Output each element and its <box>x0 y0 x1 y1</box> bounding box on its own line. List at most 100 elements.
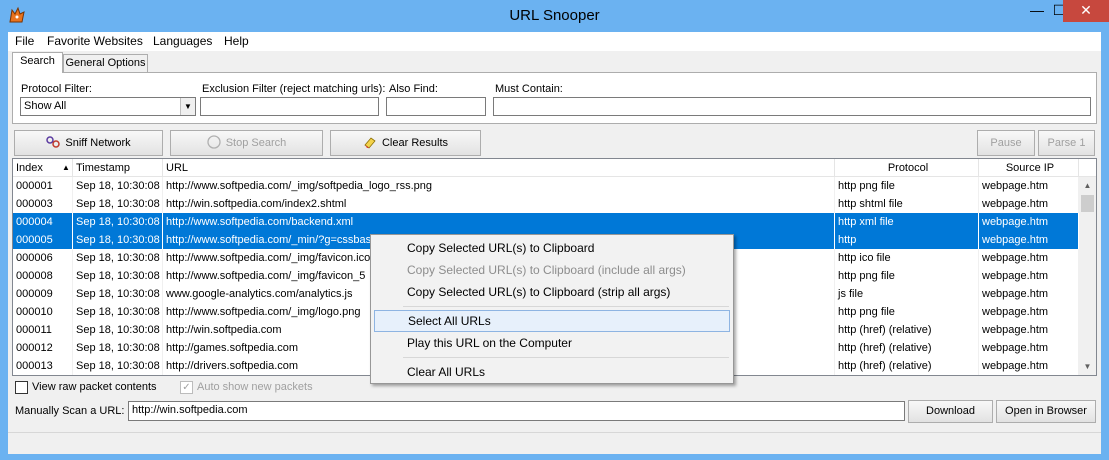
cell-timestamp: Sep 18, 10:30:08 <box>73 339 163 357</box>
table-row[interactable]: 000004 Sep 18, 10:30:08 http://www.softped… <box>13 213 1079 231</box>
sort-up-icon: ▲ <box>62 163 70 172</box>
cell-index: 000003 <box>13 195 73 213</box>
scroll-up-icon[interactable]: ▲ <box>1079 177 1096 194</box>
menu-file[interactable]: File <box>15 34 34 49</box>
protocol-filter-value: Show All <box>24 100 67 112</box>
also-find-label: Also Find: <box>389 83 438 95</box>
cell-timestamp: Sep 18, 10:30:08 <box>73 195 163 213</box>
cell-index: 000012 <box>13 339 73 357</box>
clear-results-button[interactable]: Clear Results <box>330 130 481 156</box>
cell-index: 000006 <box>13 249 73 267</box>
chevron-down-icon[interactable]: ▼ <box>180 98 195 115</box>
window-frame-left <box>0 32 8 460</box>
table-header: Index ▲ Timestamp URL Protocol Source IP <box>13 159 1096 177</box>
cell-index: 000011 <box>13 321 73 339</box>
table-row[interactable]: 000001 Sep 18, 10:30:08 http://www.softped… <box>13 177 1079 195</box>
status-bar <box>8 432 1101 454</box>
cell-protocol: http (href) (relative) <box>835 339 979 357</box>
cell-protocol: js file <box>835 285 979 303</box>
close-button[interactable]: ✕ <box>1063 0 1109 22</box>
auto-show-packets-checkbox[interactable]: ✓ <box>180 381 193 394</box>
download-button[interactable]: Download <box>908 400 993 423</box>
menu-languages[interactable]: Languages <box>153 34 212 49</box>
open-in-browser-button[interactable]: Open in Browser <box>996 400 1096 423</box>
protocol-filter-label: Protocol Filter: <box>21 83 92 95</box>
cell-index: 000013 <box>13 357 73 375</box>
cell-timestamp: Sep 18, 10:30:08 <box>73 357 163 375</box>
scrollbar-thumb[interactable] <box>1081 195 1094 212</box>
manual-scan-url-input[interactable]: http://win.softpedia.com <box>128 401 905 421</box>
tab-search[interactable]: Search <box>12 52 63 73</box>
menu-item-select-all[interactable]: Select All URLs <box>374 310 730 332</box>
scroll-down-icon[interactable]: ▼ <box>1079 358 1096 375</box>
menu-separator <box>403 357 729 358</box>
menu-item-copy-urls-include-args[interactable]: Copy Selected URL(s) to Clipboard (inclu… <box>374 259 730 281</box>
must-contain-input[interactable] <box>493 97 1091 116</box>
manual-scan-label: Manually Scan a URL: <box>15 405 125 417</box>
exclusion-filter-label: Exclusion Filter (reject matching urls): <box>202 83 386 95</box>
vertical-scrollbar[interactable]: ▲ ▼ <box>1079 177 1096 375</box>
cell-timestamp: Sep 18, 10:30:08 <box>73 321 163 339</box>
header-source-ip[interactable]: Source IP <box>979 159 1079 177</box>
pause-button[interactable]: Pause <box>977 130 1035 156</box>
cell-source: webpage.htm <box>979 285 1079 303</box>
stop-search-button[interactable]: Stop Search <box>170 130 323 156</box>
menu-item-play-url[interactable]: Play this URL on the Computer <box>374 332 730 354</box>
view-raw-packet-checkbox[interactable] <box>15 381 28 394</box>
header-index[interactable]: Index ▲ <box>13 159 73 177</box>
cell-protocol: http (href) (relative) <box>835 321 979 339</box>
network-icon <box>46 136 61 148</box>
protocol-filter-select[interactable]: Show All ▼ <box>20 97 196 116</box>
must-contain-label: Must Contain: <box>495 83 563 95</box>
cell-index: 000004 <box>13 213 73 231</box>
cell-source: webpage.htm <box>979 267 1079 285</box>
menu-item-copy-urls[interactable]: Copy Selected URL(s) to Clipboard <box>374 237 730 259</box>
window-frame-right <box>1101 32 1109 460</box>
sniff-network-button[interactable]: Sniff Network <box>14 130 163 156</box>
cell-timestamp: Sep 18, 10:30:08 <box>73 177 163 195</box>
cell-protocol: http png file <box>835 303 979 321</box>
menu-help[interactable]: Help <box>224 34 249 49</box>
cell-source: webpage.htm <box>979 303 1079 321</box>
cell-protocol: http png file <box>835 267 979 285</box>
cell-index: 000009 <box>13 285 73 303</box>
also-find-input[interactable] <box>386 97 486 116</box>
auto-show-packets-label: Auto show new packets <box>197 381 313 393</box>
cell-source: webpage.htm <box>979 339 1079 357</box>
header-timestamp[interactable]: Timestamp <box>73 159 163 177</box>
context-menu: Copy Selected URL(s) to Clipboard Copy S… <box>370 234 734 384</box>
eraser-icon <box>364 137 376 149</box>
cell-index: 000001 <box>13 177 73 195</box>
cell-source: webpage.htm <box>979 357 1079 375</box>
cell-source: webpage.htm <box>979 321 1079 339</box>
stop-circle-icon <box>207 135 221 149</box>
window-frame-bottom <box>0 454 1109 460</box>
cell-timestamp: Sep 18, 10:30:08 <box>73 231 163 249</box>
cell-timestamp: Sep 18, 10:30:08 <box>73 303 163 321</box>
header-index-label: Index <box>16 162 43 174</box>
parse-button[interactable]: Parse 1 <box>1038 130 1095 156</box>
cell-source: webpage.htm <box>979 195 1079 213</box>
cell-index: 000008 <box>13 267 73 285</box>
menu-item-clear-all[interactable]: Clear All URLs <box>374 361 730 383</box>
cell-source: webpage.htm <box>979 249 1079 267</box>
cell-protocol: http <box>835 231 979 249</box>
cell-timestamp: Sep 18, 10:30:08 <box>73 285 163 303</box>
menu-separator <box>403 306 729 307</box>
cell-protocol: http ico file <box>835 249 979 267</box>
header-protocol[interactable]: Protocol <box>835 159 979 177</box>
tab-general-options[interactable]: General Options <box>63 54 148 73</box>
stop-search-label: Stop Search <box>225 137 287 149</box>
cell-source: webpage.htm <box>979 231 1079 249</box>
menu-favorite-websites[interactable]: Favorite Websites <box>47 34 143 49</box>
cell-protocol: http shtml file <box>835 195 979 213</box>
menu-item-copy-urls-strip-args[interactable]: Copy Selected URL(s) to Clipboard (strip… <box>374 281 730 303</box>
header-url[interactable]: URL <box>163 159 835 177</box>
table-row[interactable]: 000003 Sep 18, 10:30:08 http://win.softped… <box>13 195 1079 213</box>
cell-source: webpage.htm <box>979 213 1079 231</box>
cell-protocol: http xml file <box>835 213 979 231</box>
exclusion-filter-input[interactable] <box>200 97 379 116</box>
cell-url: http://win.softpedia.com/index2.shtml <box>163 195 835 213</box>
cell-timestamp: Sep 18, 10:30:08 <box>73 267 163 285</box>
cell-index: 000010 <box>13 303 73 321</box>
